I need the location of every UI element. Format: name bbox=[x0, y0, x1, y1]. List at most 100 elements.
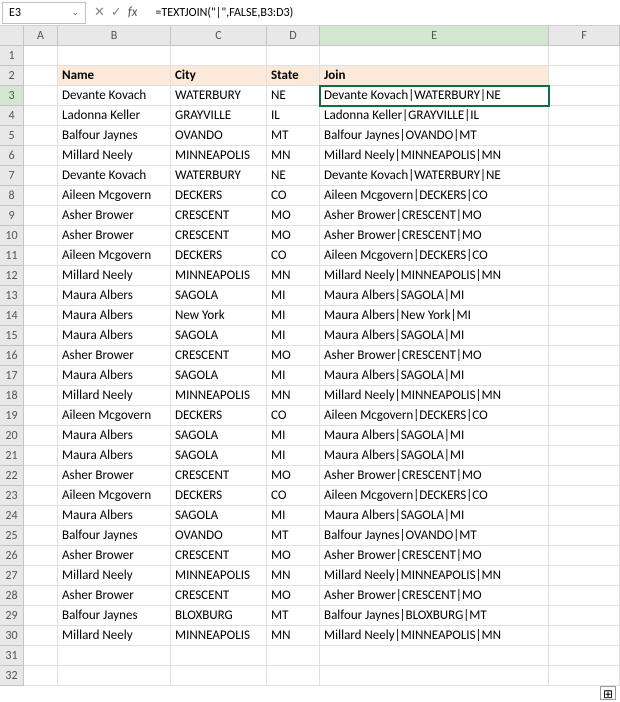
cell-A28[interactable] bbox=[24, 586, 58, 606]
cell-B25[interactable]: Balfour Jaynes bbox=[58, 526, 171, 546]
cell-A1[interactable] bbox=[24, 46, 58, 66]
cell-C10[interactable]: CRESCENT bbox=[171, 226, 267, 246]
cell-E30[interactable]: Millard Neely|MINNEAPOLIS|MN bbox=[320, 626, 549, 646]
cell-B28[interactable]: Asher Brower bbox=[58, 586, 171, 606]
cell-D22[interactable]: MO bbox=[267, 466, 320, 486]
cell-B31[interactable] bbox=[58, 646, 171, 666]
cell-A20[interactable] bbox=[24, 426, 58, 446]
cell-A24[interactable] bbox=[24, 506, 58, 526]
cell-D32[interactable] bbox=[267, 666, 320, 686]
cell-F4[interactable] bbox=[549, 106, 620, 126]
cell-E19[interactable]: Aileen Mcgovern|DECKERS|CO bbox=[320, 406, 549, 426]
cell-C28[interactable]: CRESCENT bbox=[171, 586, 267, 606]
row-header-8[interactable]: 8 bbox=[0, 186, 24, 206]
cell-B9[interactable]: Asher Brower bbox=[58, 206, 171, 226]
cell-A12[interactable] bbox=[24, 266, 58, 286]
cell-D25[interactable]: MT bbox=[267, 526, 320, 546]
fx-icon[interactable]: fx bbox=[128, 5, 138, 20]
cell-E16[interactable]: Asher Brower|CRESCENT|MO bbox=[320, 346, 549, 366]
cell-C17[interactable]: SAGOLA bbox=[171, 366, 267, 386]
cell-F8[interactable] bbox=[549, 186, 620, 206]
cell-A31[interactable] bbox=[24, 646, 58, 666]
cell-F24[interactable] bbox=[549, 506, 620, 526]
col-header-D[interactable]: D bbox=[267, 26, 320, 46]
cell-B14[interactable]: Maura Albers bbox=[58, 306, 171, 326]
cell-B2[interactable]: Name bbox=[58, 66, 171, 86]
cell-F26[interactable] bbox=[549, 546, 620, 566]
cell-D17[interactable]: MI bbox=[267, 366, 320, 386]
row-header-27[interactable]: 27 bbox=[0, 566, 24, 586]
row-header-20[interactable]: 20 bbox=[0, 426, 24, 446]
cell-B3[interactable]: Devante Kovach bbox=[58, 86, 171, 106]
cell-B27[interactable]: Millard Neely bbox=[58, 566, 171, 586]
cell-B30[interactable]: Millard Neely bbox=[58, 626, 171, 646]
cell-E2[interactable]: Join bbox=[320, 66, 549, 86]
cell-A10[interactable] bbox=[24, 226, 58, 246]
cell-C21[interactable]: SAGOLA bbox=[171, 446, 267, 466]
col-header-C[interactable]: C bbox=[171, 26, 267, 46]
cell-E11[interactable]: Aileen Mcgovern|DECKERS|CO bbox=[320, 246, 549, 266]
cell-F29[interactable] bbox=[549, 606, 620, 626]
cell-D18[interactable]: MN bbox=[267, 386, 320, 406]
cell-A19[interactable] bbox=[24, 406, 58, 426]
cell-F11[interactable] bbox=[549, 246, 620, 266]
cell-F12[interactable] bbox=[549, 266, 620, 286]
cell-D11[interactable]: CO bbox=[267, 246, 320, 266]
cell-F16[interactable] bbox=[549, 346, 620, 366]
cell-D9[interactable]: MO bbox=[267, 206, 320, 226]
cell-D23[interactable]: CO bbox=[267, 486, 320, 506]
cell-C6[interactable]: MINNEAPOLIS bbox=[171, 146, 267, 166]
cell-C24[interactable]: SAGOLA bbox=[171, 506, 267, 526]
cell-D12[interactable]: MN bbox=[267, 266, 320, 286]
cell-D21[interactable]: MI bbox=[267, 446, 320, 466]
cell-C31[interactable] bbox=[171, 646, 267, 666]
cell-D31[interactable] bbox=[267, 646, 320, 666]
cell-A25[interactable] bbox=[24, 526, 58, 546]
cell-D27[interactable]: MN bbox=[267, 566, 320, 586]
cell-E3[interactable]: Devante Kovach|WATERBURY|NE bbox=[320, 86, 549, 106]
row-header-19[interactable]: 19 bbox=[0, 406, 24, 426]
cell-A15[interactable] bbox=[24, 326, 58, 346]
row-header-32[interactable]: 32 bbox=[0, 666, 24, 686]
cell-F17[interactable] bbox=[549, 366, 620, 386]
cell-D6[interactable]: MN bbox=[267, 146, 320, 166]
cell-B18[interactable]: Millard Neely bbox=[58, 386, 171, 406]
cell-D16[interactable]: MO bbox=[267, 346, 320, 366]
cell-C15[interactable]: SAGOLA bbox=[171, 326, 267, 346]
col-header-B[interactable]: B bbox=[58, 26, 171, 46]
cell-E4[interactable]: Ladonna Keller|GRAYVILLE|IL bbox=[320, 106, 549, 126]
cell-A17[interactable] bbox=[24, 366, 58, 386]
cell-B11[interactable]: Aileen Mcgovern bbox=[58, 246, 171, 266]
row-header-25[interactable]: 25 bbox=[0, 526, 24, 546]
cell-B5[interactable]: Balfour Jaynes bbox=[58, 126, 171, 146]
cell-E10[interactable]: Asher Brower|CRESCENT|MO bbox=[320, 226, 549, 246]
cell-C26[interactable]: CRESCENT bbox=[171, 546, 267, 566]
cell-D29[interactable]: MT bbox=[267, 606, 320, 626]
cell-C13[interactable]: SAGOLA bbox=[171, 286, 267, 306]
cell-F1[interactable] bbox=[549, 46, 620, 66]
cell-F5[interactable] bbox=[549, 126, 620, 146]
cell-A13[interactable] bbox=[24, 286, 58, 306]
cell-F7[interactable] bbox=[549, 166, 620, 186]
row-header-21[interactable]: 21 bbox=[0, 446, 24, 466]
cell-C14[interactable]: New York bbox=[171, 306, 267, 326]
cell-A18[interactable] bbox=[24, 386, 58, 406]
cell-A5[interactable] bbox=[24, 126, 58, 146]
cell-A14[interactable] bbox=[24, 306, 58, 326]
cell-A26[interactable] bbox=[24, 546, 58, 566]
cell-B10[interactable]: Asher Brower bbox=[58, 226, 171, 246]
col-header-F[interactable]: F bbox=[549, 26, 620, 46]
row-header-1[interactable]: 1 bbox=[0, 46, 24, 66]
row-header-3[interactable]: 3 bbox=[0, 86, 24, 106]
cell-E32[interactable] bbox=[320, 666, 549, 686]
cell-D3[interactable]: NE bbox=[267, 86, 320, 106]
cell-F3[interactable] bbox=[549, 86, 620, 106]
row-header-9[interactable]: 9 bbox=[0, 206, 24, 226]
cell-E17[interactable]: Maura Albers|SAGOLA|MI bbox=[320, 366, 549, 386]
row-header-30[interactable]: 30 bbox=[0, 626, 24, 646]
col-header-E[interactable]: E bbox=[320, 26, 549, 46]
row-header-10[interactable]: 10 bbox=[0, 226, 24, 246]
cell-E7[interactable]: Devante Kovach|WATERBURY|NE bbox=[320, 166, 549, 186]
cell-A30[interactable] bbox=[24, 626, 58, 646]
cell-E9[interactable]: Asher Brower|CRESCENT|MO bbox=[320, 206, 549, 226]
